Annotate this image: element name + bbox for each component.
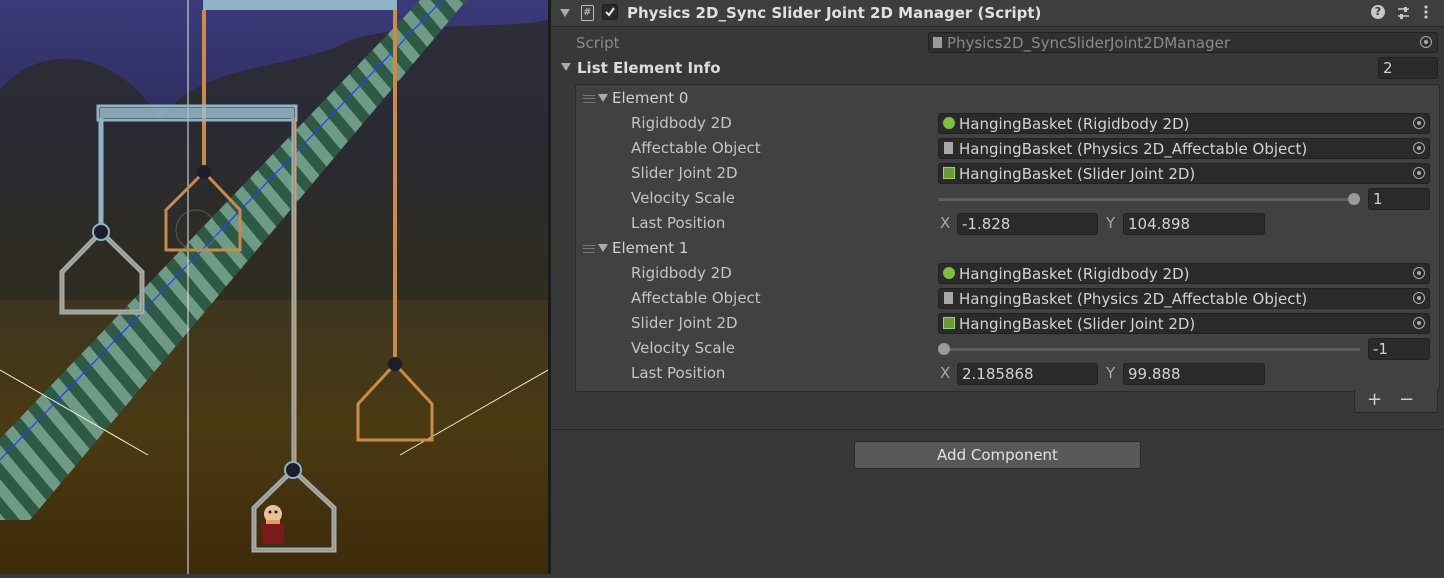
joint-anchor <box>284 461 302 479</box>
preset-icon[interactable] <box>1396 5 1411 20</box>
inspector-panel: # Physics 2D_Sync Slider Joint 2D Manage… <box>551 0 1444 574</box>
list-size-value: 2 <box>1383 59 1393 77</box>
drag-handle-icon[interactable] <box>583 95 595 103</box>
slider-joint-field[interactable]: HangingBasket (Slider Joint 2D) <box>938 313 1430 334</box>
velocity-scale-label: Velocity Scale <box>631 189 735 207</box>
affectable-label: Affectable Object <box>631 289 761 307</box>
element-foldout-icon[interactable] <box>598 244 608 252</box>
y-field[interactable]: 104.898 <box>1123 213 1265 235</box>
affectable-value: HangingBasket (Physics 2D_Affectable Obj… <box>959 290 1308 308</box>
rigidbody-icon <box>943 117 955 129</box>
scene-canvas <box>0 0 549 574</box>
last-position-label: Last Position <box>631 364 726 382</box>
rigidbody-label: Rigidbody 2D <box>631 114 732 132</box>
y-label: Y <box>1106 214 1116 232</box>
rigidbody-field[interactable]: HangingBasket (Rigidbody 2D) <box>938 263 1430 284</box>
script-field[interactable]: Physics2D_SyncSliderJoint2DManager <box>928 32 1438 53</box>
foldout-arrow-icon[interactable] <box>560 9 570 17</box>
list-foldout-icon[interactable] <box>561 63 571 71</box>
object-picker-icon[interactable] <box>1413 292 1425 304</box>
component-separator <box>551 429 1444 430</box>
joint-anchor <box>197 165 211 179</box>
help-icon[interactable]: ? <box>1371 5 1385 19</box>
affectable-field[interactable]: HangingBasket (Physics 2D_Affectable Obj… <box>938 288 1430 309</box>
x-value: -1.828 <box>962 215 1011 233</box>
affectable-value: HangingBasket (Physics 2D_Affectable Obj… <box>959 140 1308 158</box>
character-sprite <box>262 505 284 544</box>
script-file-icon <box>944 292 953 304</box>
component-title: Physics 2D_Sync Slider Joint 2D Manager … <box>627 4 1042 22</box>
joint-anchor <box>388 357 402 371</box>
object-picker-icon[interactable] <box>1413 317 1425 329</box>
slider-joint-value: HangingBasket (Slider Joint 2D) <box>959 315 1196 333</box>
velocity-slider[interactable] <box>938 343 1360 355</box>
velocity-scale-value: 1 <box>1373 190 1383 208</box>
rigidbody-field[interactable]: HangingBasket (Rigidbody 2D) <box>938 113 1430 134</box>
slider-joint-icon <box>943 317 955 329</box>
object-picker-icon[interactable] <box>1420 36 1432 48</box>
velocity-scale-label: Velocity Scale <box>631 339 735 357</box>
x-value: 2.185868 <box>962 365 1034 383</box>
rigidbody-label: Rigidbody 2D <box>631 264 732 282</box>
y-field[interactable]: 99.888 <box>1123 363 1265 385</box>
velocity-scale-value: -1 <box>1373 340 1388 358</box>
list-size-field[interactable]: 2 <box>1378 57 1438 79</box>
velocity-scale-field[interactable]: 1 <box>1368 188 1430 210</box>
y-label: Y <box>1106 364 1116 382</box>
enabled-checkbox[interactable] <box>602 4 618 20</box>
element-title: Element 1 <box>612 239 689 257</box>
list-footer: + − <box>1354 389 1438 413</box>
add-element-button[interactable]: + <box>1367 389 1382 410</box>
slider-joint-label: Slider Joint 2D <box>631 164 738 182</box>
mid-frame-bar <box>100 108 294 118</box>
slider-joint-field[interactable]: HangingBasket (Slider Joint 2D) <box>938 163 1430 184</box>
x-field[interactable]: -1.828 <box>957 213 1098 235</box>
affectable-field[interactable]: HangingBasket (Physics 2D_Affectable Obj… <box>938 138 1430 159</box>
slider-knob[interactable] <box>938 343 950 355</box>
component-header[interactable]: # Physics 2D_Sync Slider Joint 2D Manage… <box>551 0 1444 27</box>
add-component-button[interactable]: Add Component <box>854 441 1141 469</box>
y-value: 99.888 <box>1128 365 1181 383</box>
x-label: X <box>940 214 951 232</box>
element-title: Element 0 <box>612 89 689 107</box>
slider-knob[interactable] <box>1348 193 1360 205</box>
list-label: List Element Info <box>577 59 721 77</box>
script-value: Physics2D_SyncSliderJoint2DManager <box>947 34 1230 52</box>
object-picker-icon[interactable] <box>1413 142 1425 154</box>
object-picker-icon[interactable] <box>1413 267 1425 279</box>
checkmark-icon <box>605 7 615 17</box>
affectable-label: Affectable Object <box>631 139 761 157</box>
slider-joint-label: Slider Joint 2D <box>631 314 738 332</box>
slider-joint-value: HangingBasket (Slider Joint 2D) <box>959 165 1196 183</box>
slider-track <box>938 348 1360 351</box>
x-label: X <box>940 364 951 382</box>
y-value: 104.898 <box>1128 215 1191 233</box>
last-position-label: Last Position <box>631 214 726 232</box>
rigidbody-value: HangingBasket (Rigidbody 2D) <box>959 265 1190 283</box>
script-label: Script <box>576 34 620 52</box>
x-field[interactable]: 2.185868 <box>957 363 1098 385</box>
script-file-icon <box>933 37 942 48</box>
script-file-icon <box>944 142 953 154</box>
drag-handle-icon[interactable] <box>583 245 595 253</box>
object-picker-icon[interactable] <box>1413 167 1425 179</box>
object-picker-icon[interactable] <box>1413 117 1425 129</box>
velocity-slider[interactable] <box>938 193 1360 205</box>
slider-track <box>938 198 1360 201</box>
rigidbody-icon <box>943 267 955 279</box>
top-frame-bar <box>203 0 397 10</box>
element-foldout-icon[interactable] <box>598 94 608 102</box>
joint-anchor <box>92 223 110 241</box>
remove-element-button[interactable]: − <box>1399 389 1414 410</box>
velocity-scale-field[interactable]: -1 <box>1368 338 1430 360</box>
script-icon: # <box>581 5 594 21</box>
scene-view[interactable] <box>0 0 549 574</box>
more-options-icon[interactable] <box>1423 4 1429 20</box>
rigidbody-value: HangingBasket (Rigidbody 2D) <box>959 115 1190 133</box>
slider-joint-icon <box>943 167 955 179</box>
